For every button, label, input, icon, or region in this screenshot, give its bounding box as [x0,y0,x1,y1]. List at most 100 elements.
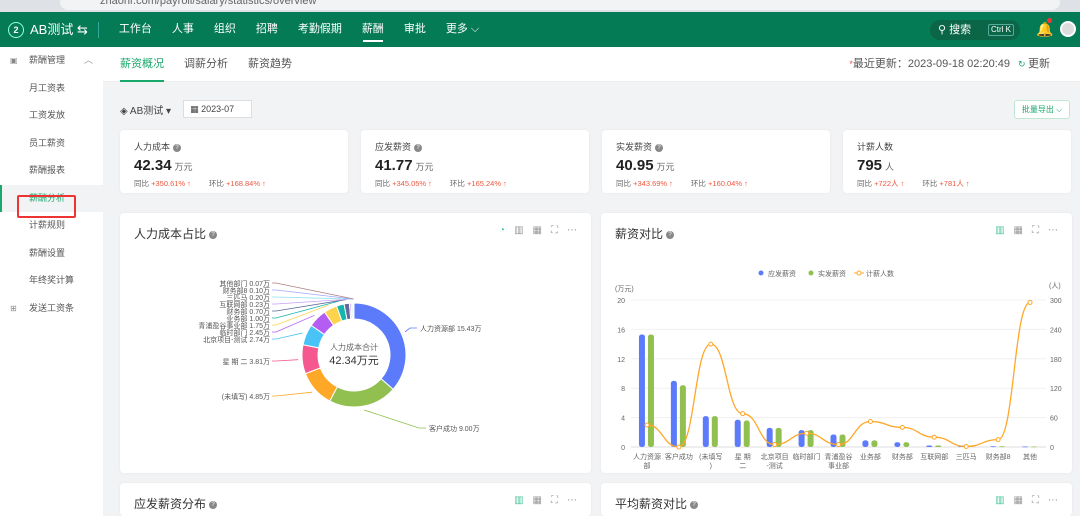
nav-item[interactable]: 更多 ⌵ [446,12,479,47]
line-point[interactable] [804,430,810,436]
sidebar-item[interactable]: 工资发放 [0,102,103,130]
table-icon[interactable]: ▦ [1014,495,1023,506]
nav-item[interactable]: 工作台 [119,12,152,47]
address-bar[interactable]: zhaohr.com/payroll/salary/statistics/ove… [60,0,1060,10]
donut-slice[interactable] [329,378,394,408]
bar[interactable] [670,380,677,447]
bar[interactable] [702,416,709,447]
line-point[interactable] [676,444,682,450]
panel-title: 平均薪资对比 [615,497,688,511]
fullscreen-icon[interactable]: ⛶ [551,225,558,236]
help-icon[interactable]: ? [209,230,218,239]
export-button[interactable]: 批量导出 ⌵ [1014,100,1070,119]
line-point[interactable] [899,424,905,430]
bar[interactable] [798,430,805,447]
bar[interactable] [862,440,869,447]
line-point[interactable] [931,434,937,440]
sidebar-group-salary[interactable]: ▣ 薪酬管理 ︿ [0,47,103,75]
bar[interactable] [743,420,750,447]
fullscreen-icon[interactable]: ⛶ [1032,495,1039,506]
slice-label: 其他部门 0.07万 [219,279,270,288]
shortcut-hint: Ctrl K [988,24,1014,36]
nav-item[interactable]: 招聘 [256,12,278,47]
bar-chart-icon[interactable]: ▥ [995,495,1004,506]
fullscreen-icon[interactable]: ⛶ [1032,225,1039,236]
help-icon[interactable]: ? [690,500,699,509]
bar[interactable] [647,334,654,447]
sidebar-item[interactable]: 员工薪资 [0,130,103,158]
sidebar-group-payslip[interactable]: ⊞ 发送工资条 [0,295,103,323]
help-icon[interactable]: ? [655,143,664,152]
sidebar-item[interactable]: 年终奖计算 [0,267,103,295]
line-point[interactable] [740,411,746,417]
bar[interactable] [638,334,645,447]
line-point[interactable] [836,442,841,448]
sidebar-item[interactable]: 薪酬报表 [0,157,103,185]
tab[interactable]: 调薪分析 [184,47,228,82]
month-picker[interactable]: ▦ 2023-07 [183,100,253,118]
table-icon[interactable]: ▦ [1014,225,1023,236]
bar[interactable] [734,419,741,447]
bar[interactable] [935,445,942,447]
month-value: 2023-07 [201,104,235,114]
search-input[interactable]: ⚲ 搜索 Ctrl K [930,20,1020,40]
bar-chart-icon[interactable]: ▥ [514,225,523,236]
bar[interactable] [679,385,686,447]
table-icon[interactable]: ▦ [533,495,542,506]
bar-chart-icon[interactable]: ▥ [514,495,523,506]
help-icon[interactable]: ? [173,143,182,152]
bar[interactable] [903,442,910,447]
legend-marker[interactable] [758,270,764,276]
sidebar-item[interactable]: 月工资表 [0,75,103,103]
help-icon[interactable]: ? [209,500,218,509]
org-select[interactable]: ◈ AB测试 ▾ [120,102,171,117]
more-icon[interactable]: ⋯ [567,495,577,506]
nav-item[interactable]: 人事 [172,12,194,47]
bar[interactable] [999,446,1006,448]
line-point[interactable] [644,422,650,428]
more-icon[interactable]: ⋯ [567,225,577,236]
bar[interactable] [926,445,933,447]
more-icon[interactable]: ⋯ [1048,495,1058,506]
bar[interactable] [830,434,837,447]
more-icon[interactable]: ⋯ [1048,225,1058,236]
donut-slice[interactable] [301,344,322,375]
nav-item[interactable]: 薪酬 [362,12,384,47]
refresh-button[interactable]: ↻ 更新 [1018,47,1070,82]
line-point[interactable] [995,437,1001,443]
nav-item[interactable]: 审批 [404,12,426,47]
table-icon[interactable]: ▦ [533,225,542,236]
bell-icon[interactable]: 🔔 [1036,21,1053,38]
bar[interactable] [711,416,718,447]
line-point[interactable] [963,444,969,450]
kpi-card: 人力成本? 42.34 万元 同比 +350.61% ↑ 环比 +168.84% ↑ [120,130,348,193]
bar[interactable] [990,446,997,448]
bar[interactable] [1031,446,1038,448]
line-point[interactable] [772,442,778,448]
fullscreen-icon[interactable]: ⛶ [551,495,558,506]
line-point[interactable] [1027,299,1033,305]
donut-slice[interactable] [352,302,355,320]
bar[interactable] [894,442,901,447]
line-point[interactable] [867,419,873,425]
bar[interactable] [1022,446,1029,448]
legend-marker[interactable] [808,270,814,276]
org-switcher[interactable]: AB测试 ⇆ [30,21,99,38]
avatar[interactable] [1060,21,1076,37]
donut-slice[interactable] [304,367,338,402]
nav-item[interactable]: 考勤假期 [298,12,342,47]
y-tick-right: 60 [1050,416,1058,423]
bar[interactable] [871,440,878,447]
kpi-title: 人力成本 [134,142,171,152]
tab[interactable]: 薪资趋势 [248,47,292,82]
bar-chart-icon[interactable]: ▥ [995,225,1004,236]
help-icon[interactable]: ? [666,230,675,239]
line-point[interactable] [708,341,714,347]
tab[interactable]: 薪资概况 [120,47,164,82]
salary-distribution-panel: 应发薪资分布? ▥ ▦ ⛶ ⋯ [120,483,591,516]
sidebar-item[interactable]: 薪酬设置 [0,240,103,268]
help-icon[interactable]: ? [414,143,423,152]
nav-item[interactable]: 组织 [214,12,236,47]
pie-icon[interactable]: ◔ [499,225,505,236]
highlight-box [17,195,76,218]
